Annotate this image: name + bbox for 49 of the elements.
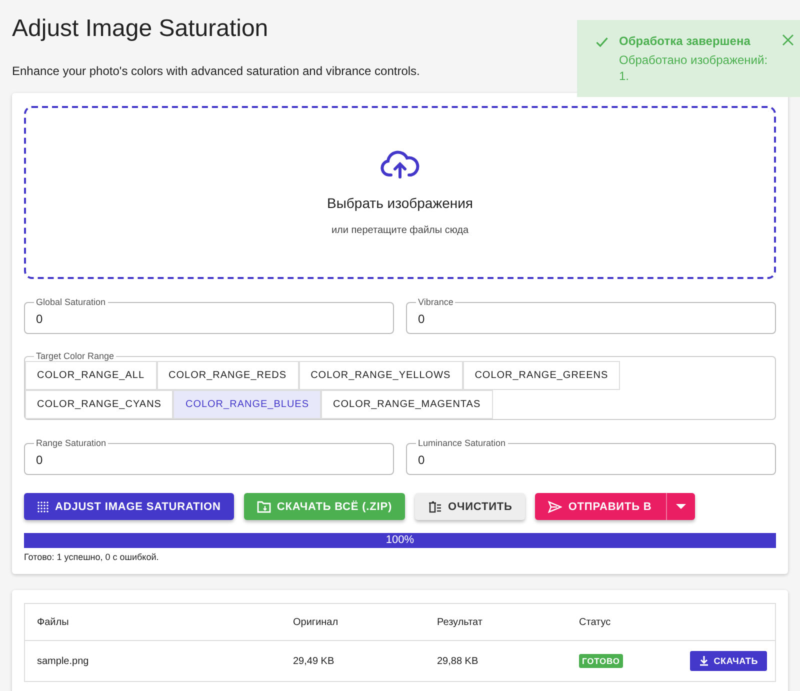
trash-icon <box>428 500 442 512</box>
progress-label: 100% <box>386 534 414 546</box>
column-header: Оригинал <box>281 604 425 640</box>
column-header: Статус <box>567 604 652 640</box>
field-value: 0 <box>418 453 425 467</box>
cloud-upload-icon <box>380 149 420 181</box>
color-range-toggle[interactable]: COLOR_RANGE_ALL <box>25 361 157 390</box>
check-icon <box>595 35 609 49</box>
action-button[interactable]: ОТПРАВИТЬ В <box>535 493 695 520</box>
table-cell: 29,49 KB <box>281 640 425 682</box>
color-range-toggle[interactable]: COLOR_RANGE_YELLOWS <box>298 361 463 390</box>
field-label: Vibrance <box>417 297 454 308</box>
table-cell: 29,88 KB <box>425 640 567 682</box>
color-range-toggle[interactable]: COLOR_RANGE_GREENS <box>462 361 620 390</box>
close-icon[interactable] <box>782 34 794 46</box>
toast-title: Обработка завершена <box>619 34 752 48</box>
color-range-toggle[interactable]: COLOR_RANGE_REDS <box>156 361 299 390</box>
number-field[interactable]: Global Saturation 0 <box>24 297 394 334</box>
drop-hint: или перетащите файлы сюда <box>331 225 469 236</box>
field-value: 0 <box>36 312 43 326</box>
status-badge: ГОТОВО <box>579 654 623 668</box>
column-header: Результат <box>425 604 567 640</box>
color-range-toggle[interactable]: COLOR_RANGE_BLUES <box>173 390 322 419</box>
drop-zone[interactable]: Выбрать изображения или перетащите файлы сюда <box>24 106 776 279</box>
drop-title: Выбрать изображения <box>326 195 474 211</box>
color-range-toggle[interactable]: COLOR_RANGE_MAGENTAS <box>321 390 493 419</box>
page-subtitle: Enhance your photo's colors with advanced saturation and vibrance controls. <box>12 64 420 78</box>
action-button[interactable]: ОЧИСТИТЬ <box>415 493 526 520</box>
page-title: Adjust Image Saturation <box>12 14 268 44</box>
download-icon <box>698 656 709 666</box>
send-icon <box>548 500 562 512</box>
field-label: Range Saturation <box>35 438 108 449</box>
folder-icon <box>256 500 271 512</box>
number-field[interactable]: Luminance Saturation 0 <box>406 438 776 475</box>
table-cell: sample.png <box>24 640 281 682</box>
group-label: Target Color Range <box>35 351 116 362</box>
field-label: Global Saturation <box>35 297 107 308</box>
grid-icon <box>37 500 49 512</box>
action-button[interactable]: ADJUST IMAGE SATURATION <box>24 493 234 520</box>
field-label: Luminance Saturation <box>417 438 507 449</box>
progress-status: Готово: 1 успешно, 0 с ошибкой. <box>24 552 160 562</box>
field-value: 0 <box>36 453 43 467</box>
toast-message: Обработано изображений: 1. <box>619 52 769 84</box>
color-range-toggle[interactable]: COLOR_RANGE_CYANS <box>25 390 174 419</box>
column-header: Файлы <box>24 604 281 640</box>
field-value: 0 <box>418 312 425 326</box>
download-button[interactable]: СКАЧАТЬ <box>690 651 767 671</box>
number-field[interactable]: Range Saturation 0 <box>24 438 394 475</box>
number-field[interactable]: Vibrance 0 <box>406 297 776 334</box>
